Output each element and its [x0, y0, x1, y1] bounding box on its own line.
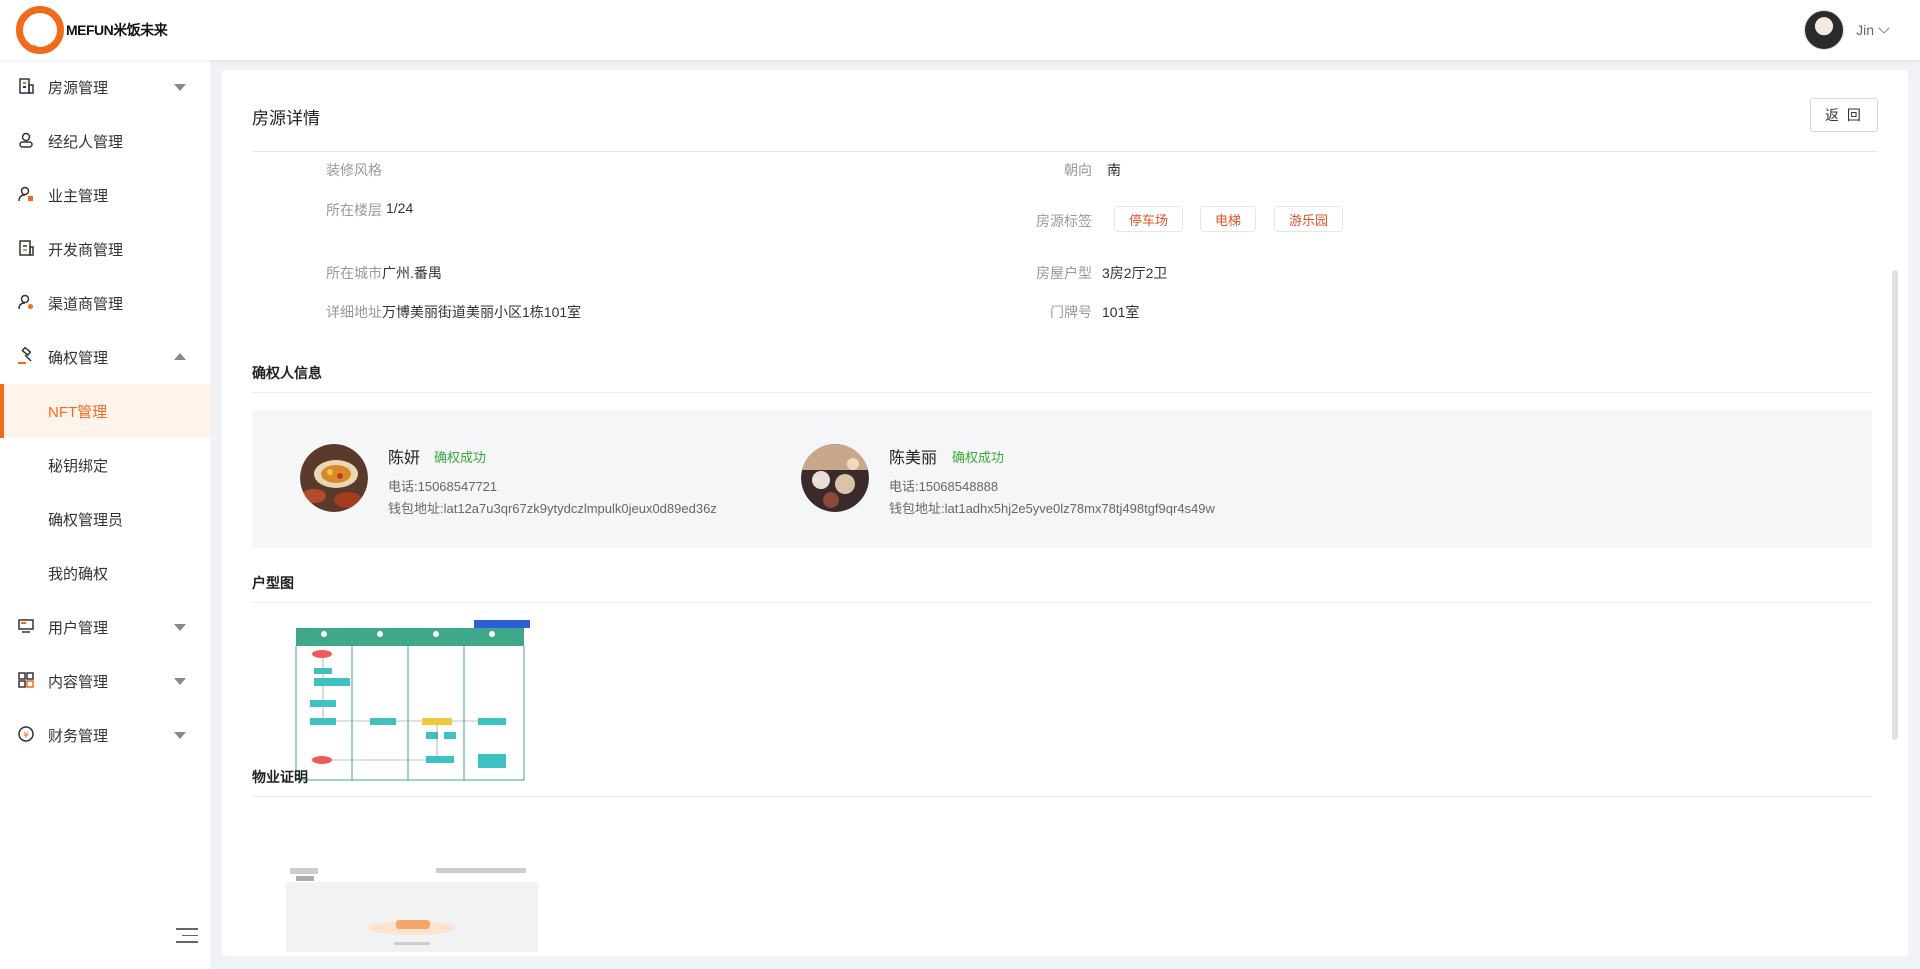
address-value: 万博美丽街道美丽小区1栋101室	[382, 304, 582, 320]
owner-wallet: 钱包地址:lat1adhx5hj2e5yve0lz78mx78tj498tgf9…	[889, 501, 1215, 516]
tags-label: 房源标签	[1036, 213, 1092, 229]
document-icon	[16, 239, 36, 259]
door-number-label: 门牌号	[1050, 304, 1092, 320]
caret-down-icon	[174, 732, 186, 739]
sidebar-item-label: 渠道商管理	[48, 295, 124, 313]
sidebar-subitem-label: NFT管理	[48, 403, 108, 421]
logo-text: MEFUN米饭未来	[66, 22, 168, 38]
owner-name: 陈美丽	[889, 450, 938, 467]
owner-wallet: 钱包地址:lat12a7u3qr67zk9ytydczlmpulk0jeux0d…	[388, 501, 717, 516]
layout-value: 3房2厅2卫	[1102, 265, 1168, 281]
logo-mark-icon	[16, 6, 64, 54]
owner-icon	[16, 185, 36, 205]
caret-down-icon	[174, 84, 186, 91]
owner-phone: 电话:15068547721	[388, 479, 498, 494]
owner-avatar	[801, 444, 869, 512]
logo[interactable]: MEFUN米饭未来	[16, 6, 168, 54]
caret-up-icon	[174, 353, 186, 360]
menu-collapse-icon[interactable]	[176, 928, 198, 946]
floor-value: 1/24	[386, 200, 414, 216]
decor-style-label: 装修风格	[326, 162, 382, 178]
page-title: 房源详情	[252, 109, 320, 128]
main-card: 房源详情 返 回 装修风格 朝向 南 所在楼层 1/24 房源标签 停车场 电梯…	[222, 70, 1908, 956]
sidebar-item-rights[interactable]: 确权管理	[0, 330, 210, 384]
orientation-label: 朝向	[1064, 162, 1092, 178]
sidebar-subitem-key-binding[interactable]: 秘钥绑定	[0, 438, 210, 492]
owner-phone: 电话:15068548888	[889, 479, 999, 494]
sidebar-item-label: 用户管理	[48, 619, 109, 637]
page-header: 房源详情 返 回	[252, 70, 1878, 152]
sidebar-subitem-rights-admin[interactable]: 确权管理员	[0, 492, 210, 546]
tag-elevator: 电梯	[1200, 206, 1257, 232]
orientation-value: 南	[1107, 162, 1121, 178]
person-icon	[16, 131, 36, 151]
building-icon	[16, 77, 36, 97]
sidebar-item-label: 业主管理	[48, 187, 109, 205]
top-header: MEFUN米饭未来 Jin	[0, 0, 1920, 60]
coin-icon: ¥	[16, 725, 36, 745]
layout-label: 房屋户型	[1036, 265, 1092, 281]
sidebar-item-label: 内容管理	[48, 673, 109, 691]
tag-playground: 游乐园	[1274, 206, 1344, 232]
sidebar-item-users[interactable]: 用户管理	[0, 600, 210, 654]
back-button[interactable]: 返 回	[1810, 98, 1878, 132]
gavel-icon	[16, 346, 36, 367]
owner-name: 陈妍	[388, 450, 421, 467]
scrollbar[interactable]	[1892, 270, 1898, 740]
city-value: 广州.番禺	[382, 265, 442, 281]
city-label: 所在城市	[326, 265, 382, 281]
user-avatar[interactable]	[1804, 10, 1845, 50]
sidebar-item-label: 开发商管理	[48, 241, 124, 259]
proof-section-title: 物业证明	[252, 767, 1872, 797]
sidebar-subitem-my-rights[interactable]: 我的确权	[0, 546, 210, 600]
owner-avatar	[300, 444, 368, 512]
sidebar-item-label: 房源管理	[48, 79, 109, 97]
sidebar-subitem-nft[interactable]: NFT管理	[0, 384, 210, 438]
user-name[interactable]: Jin	[1856, 22, 1874, 38]
svg-text:¥: ¥	[23, 731, 29, 741]
owner-status-badge: 确权成功	[952, 450, 1005, 465]
sidebar-item-content[interactable]: 内容管理	[0, 654, 210, 708]
property-proof-image[interactable]	[286, 868, 538, 952]
floorplan-image[interactable]	[292, 620, 532, 782]
caret-down-icon	[174, 678, 186, 685]
sidebar-subitem-label: 我的确权	[48, 565, 109, 583]
door-number-value: 101室	[1102, 304, 1140, 320]
sidebar-item-property[interactable]: 房源管理	[0, 60, 210, 114]
monitor-icon	[16, 617, 36, 637]
floor-label: 所在楼层	[326, 202, 382, 218]
sidebar-item-label: 财务管理	[48, 727, 109, 745]
sidebar-item-label: 确权管理	[48, 349, 109, 367]
sidebar-item-finance[interactable]: ¥ 财务管理	[0, 708, 210, 762]
address-label: 详细地址	[326, 304, 382, 320]
channel-icon	[16, 293, 36, 313]
sidebar: 房源管理 经纪人管理 业主管理 开发商管理 渠道商管理 确权管理 NFT管理 秘…	[0, 60, 210, 969]
owner-status-badge: 确权成功	[434, 450, 487, 465]
sidebar-subitem-label: 秘钥绑定	[48, 457, 109, 475]
owners-box: 陈妍 确权成功 电话:15068547721 钱包地址:lat12a7u3qr6…	[252, 410, 1872, 548]
grid-icon	[16, 671, 36, 691]
sidebar-item-channel[interactable]: 渠道商管理	[0, 276, 210, 330]
owners-section-title: 确权人信息	[252, 363, 1872, 393]
caret-down-icon	[174, 624, 186, 631]
sidebar-item-developer[interactable]: 开发商管理	[0, 222, 210, 276]
sidebar-item-label: 经纪人管理	[48, 133, 124, 151]
sidebar-item-agent[interactable]: 经纪人管理	[0, 114, 210, 168]
user-menu[interactable]: Jin	[1804, 10, 1890, 50]
chevron-down-icon[interactable]	[1878, 22, 1890, 34]
tag-parking: 停车场	[1114, 206, 1184, 232]
sidebar-subitem-label: 确权管理员	[48, 511, 124, 529]
sidebar-item-owner[interactable]: 业主管理	[0, 168, 210, 222]
floorplan-section-title: 户型图	[252, 573, 1872, 603]
